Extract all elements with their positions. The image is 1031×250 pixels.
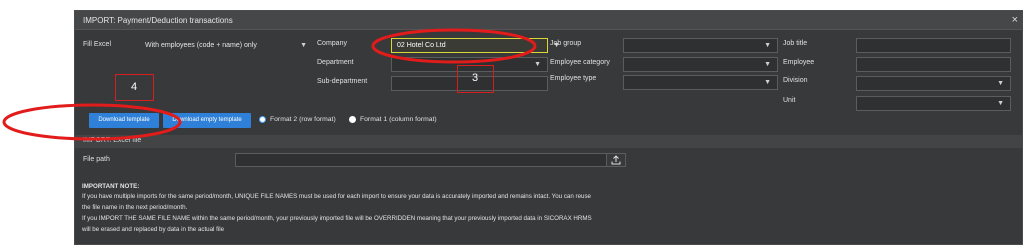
download-empty-template-button[interactable]: Download empty template — [163, 113, 251, 128]
job-group-select[interactable]: ▼ — [623, 38, 778, 53]
upload-icon — [611, 155, 621, 165]
marker-4-box: 4 — [115, 74, 154, 101]
note-line-2: the file name in the next period/month. — [82, 204, 188, 211]
file-path-input[interactable] — [235, 153, 610, 167]
format2-radio[interactable] — [259, 116, 266, 123]
sub-department-label: Sub-department — [317, 78, 368, 85]
job-title-label: Job title — [783, 40, 808, 47]
note-line-1: If you have multiple imports for the sam… — [82, 193, 591, 200]
employee-category-label: Employee category — [550, 59, 610, 66]
upload-button[interactable] — [606, 153, 626, 167]
marker-3: 3 — [472, 72, 479, 84]
close-icon[interactable]: × — [1012, 14, 1018, 26]
download-template-button[interactable]: Download template — [89, 113, 159, 128]
fill-excel-label: Fill Excel — [83, 41, 112, 48]
company-select[interactable]: 02 Hotel Co Ltd ▼ — [391, 38, 560, 53]
employee-input[interactable] — [856, 57, 1011, 72]
company-label: Company — [317, 40, 347, 47]
employee-type-select[interactable]: ▼ — [623, 75, 778, 90]
employee-category-select[interactable]: ▼ — [623, 57, 778, 72]
chevron-down-icon: ▼ — [764, 79, 771, 86]
format1-radio[interactable] — [349, 116, 356, 123]
chevron-down-icon: ▼ — [764, 61, 771, 68]
import-excel-title: IMPORT: Excel file — [83, 137, 142, 144]
chevron-down-icon: ▼ — [997, 80, 1004, 87]
chevron-down-icon: ▼ — [534, 61, 541, 68]
unit-select[interactable]: ▼ — [856, 96, 1011, 111]
dialog-titlebar: IMPORT: Payment/Deduction transactions × — [75, 11, 1022, 30]
dialog-title: IMPORT: Payment/Deduction transactions — [83, 16, 233, 25]
import-excel-section: IMPORT: Excel file — [75, 135, 1022, 148]
format1-label: Format 1 (column format) — [360, 116, 437, 123]
format2-label: Format 2 (row format) — [270, 116, 336, 123]
job-group-label: Job group — [550, 40, 582, 47]
employee-type-label: Employee type — [550, 75, 597, 82]
chevron-down-icon: ▼ — [300, 42, 307, 49]
note-line-4: will be erased and replaced by data in t… — [82, 226, 225, 233]
file-path-label: File path — [83, 156, 110, 163]
fill-excel-select[interactable]: With employees (code + name) only ▼ — [139, 38, 314, 53]
company-value: 02 Hotel Co Ltd — [397, 42, 446, 49]
division-label: Division — [783, 77, 808, 84]
unit-label: Unit — [783, 97, 796, 104]
fill-excel-value: With employees (code + name) only — [145, 42, 257, 49]
employee-label: Employee — [783, 59, 815, 66]
marker-3-box: 3 — [457, 65, 494, 93]
chevron-down-icon: ▼ — [997, 100, 1004, 107]
note-heading: IMPORTANT NOTE: — [82, 183, 140, 190]
import-dialog: IMPORT: Payment/Deduction transactions ×… — [74, 10, 1023, 245]
note-line-3: If you IMPORT THE SAME FILE NAME within … — [82, 215, 592, 222]
marker-4: 4 — [131, 81, 138, 93]
job-title-input[interactable] — [856, 38, 1011, 53]
department-label: Department — [317, 59, 354, 66]
chevron-down-icon: ▼ — [764, 42, 771, 49]
division-select[interactable]: ▼ — [856, 76, 1011, 91]
